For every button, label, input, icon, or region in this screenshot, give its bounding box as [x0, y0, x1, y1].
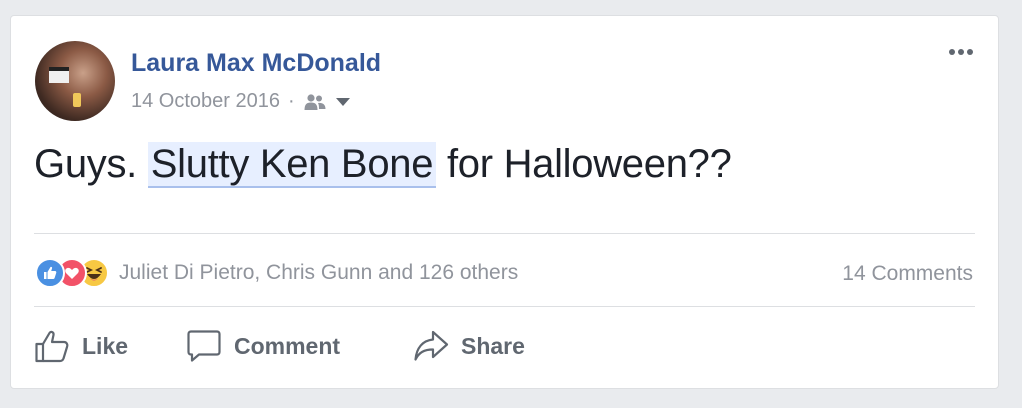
comments-count[interactable]: 14 Comments: [842, 262, 973, 286]
reaction-names[interactable]: Juliet Di Pietro, Chris Gunn and 126 oth…: [119, 261, 518, 285]
author-avatar[interactable]: [35, 41, 115, 121]
post-text: Guys. Slutty Ken Bone for Halloween??: [34, 142, 732, 188]
share-arrow-icon: [414, 330, 449, 361]
post-card: Laura Max McDonald 14 October 2016 · Guy…: [10, 15, 999, 389]
friends-icon[interactable]: [303, 93, 327, 111]
clapperboard-graphic: [49, 67, 69, 83]
meta-separator: ·: [288, 90, 295, 112]
more-options-icon[interactable]: [946, 42, 976, 62]
comment-label: Comment: [234, 332, 341, 359]
like-button[interactable]: Like: [34, 329, 186, 363]
thumbs-up-icon: [35, 330, 69, 363]
highlighted-phrase[interactable]: Slutty Ken Bone: [147, 142, 437, 188]
share-label: Share: [461, 332, 525, 359]
post-actions: Like Comment Share: [34, 329, 525, 363]
post-meta: 14 October 2016 ·: [131, 90, 351, 113]
post-date[interactable]: 14 October 2016: [131, 90, 280, 113]
like-label: Like: [82, 332, 129, 359]
comment-bubble-icon: [187, 330, 221, 362]
like-reaction-icon[interactable]: [35, 258, 65, 288]
glass-graphic: [73, 93, 81, 107]
divider: [34, 306, 975, 307]
post-text-start: Guys.: [34, 142, 148, 186]
share-button[interactable]: Share: [413, 329, 525, 363]
author-name[interactable]: Laura Max McDonald: [131, 49, 381, 78]
post-text-end: for Halloween??: [436, 142, 732, 186]
comment-button[interactable]: Comment: [186, 329, 413, 363]
reactions-summary[interactable]: Juliet Di Pietro, Chris Gunn and 126 oth…: [35, 258, 518, 288]
divider: [34, 233, 975, 234]
chevron-down-icon[interactable]: [335, 96, 351, 108]
